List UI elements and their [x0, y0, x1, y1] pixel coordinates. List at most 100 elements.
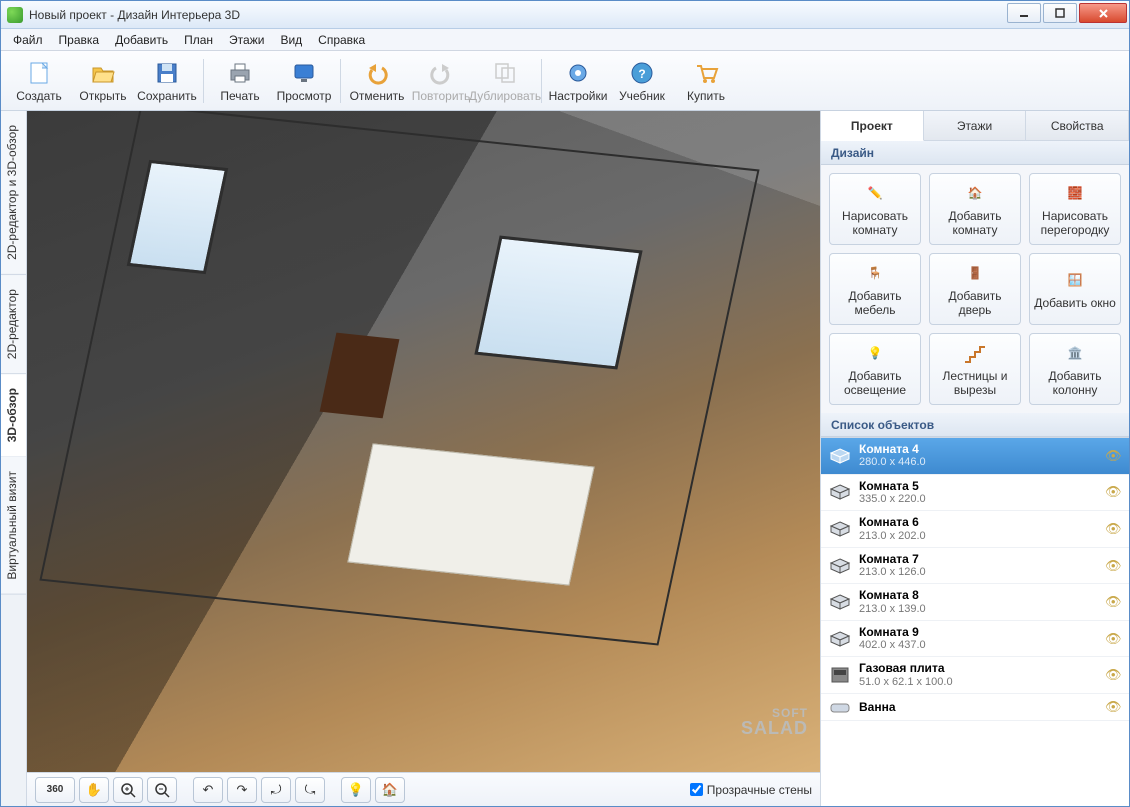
object-icon: [829, 666, 851, 684]
object-text: Газовая плита51.0 x 62.1 x 100.0: [859, 661, 1097, 689]
close-button[interactable]: [1079, 3, 1127, 23]
object-dimensions: 280.0 x 446.0: [859, 456, 1097, 469]
visibility-eye-icon[interactable]: 👁: [1105, 699, 1121, 715]
print-button[interactable]: Печать: [208, 54, 272, 108]
transparent-walls-input[interactable]: [690, 783, 703, 796]
3d-canvas[interactable]: SOFTSALAD: [27, 111, 820, 772]
window-title: Новый проект - Дизайн Интерьера 3D: [29, 8, 1007, 22]
tilt-down-button[interactable]: ⤿: [295, 777, 325, 803]
design-tools-grid: ✏️Нарисовать комнату 🏠Добавить комнату 🧱…: [821, 165, 1129, 413]
object-list[interactable]: Комната 4280.0 x 446.0👁Комната 5335.0 x …: [821, 437, 1129, 806]
object-name: Комната 8: [859, 588, 1097, 602]
duplicate-button[interactable]: Дублировать: [473, 54, 537, 108]
object-name: Комната 4: [859, 442, 1097, 456]
settings-button[interactable]: Настройки: [546, 54, 610, 108]
zoom-out-button[interactable]: [147, 777, 177, 803]
stairs-icon: [961, 341, 989, 367]
object-list-item[interactable]: Комната 6213.0 x 202.0 👁: [821, 511, 1129, 548]
tab-2d-editor[interactable]: 2D-редактор: [1, 275, 26, 374]
save-icon: [153, 59, 181, 87]
object-list-item[interactable]: Комната 9402.0 x 437.0 👁: [821, 621, 1129, 658]
draw-room-button[interactable]: ✏️Нарисовать комнату: [829, 173, 921, 245]
visibility-eye-icon[interactable]: 👁: [1105, 631, 1121, 647]
open-button[interactable]: Открыть: [71, 54, 135, 108]
pan-button[interactable]: ✋: [79, 777, 109, 803]
rotate-left-button[interactable]: ↶: [193, 777, 223, 803]
object-list-item[interactable]: Комната 8213.0 x 139.0 👁: [821, 584, 1129, 621]
label: Повторить: [412, 89, 471, 103]
rotate-right-button[interactable]: ↷: [227, 777, 257, 803]
chair-icon: 🪑: [861, 261, 889, 287]
object-list-item[interactable]: Газовая плита51.0 x 62.1 x 100.0 👁: [821, 657, 1129, 694]
preview-button[interactable]: Просмотр: [272, 54, 336, 108]
visibility-eye-icon[interactable]: 👁: [1105, 558, 1121, 574]
home-view-button[interactable]: 🏠: [375, 777, 405, 803]
visibility-eye-icon[interactable]: 👁: [1105, 484, 1121, 500]
menu-help[interactable]: Справка: [310, 31, 373, 49]
object-name: Комната 9: [859, 625, 1097, 639]
add-door-button[interactable]: 🚪Добавить дверь: [929, 253, 1021, 325]
label: Просмотр: [277, 89, 332, 103]
object-name: Комната 5: [859, 479, 1097, 493]
menu-edit[interactable]: Правка: [51, 31, 108, 49]
tab-2d-3d-combo[interactable]: 2D-редактор и 3D-обзор: [1, 111, 26, 275]
tab-virtual-visit[interactable]: Виртуальный визит: [1, 457, 26, 595]
object-text: Комната 6213.0 x 202.0: [859, 515, 1097, 543]
object-list-item[interactable]: Комната 7213.0 x 126.0👁: [821, 548, 1129, 585]
object-dimensions: 213.0 x 202.0: [859, 530, 1097, 543]
undo-button[interactable]: Отменить: [345, 54, 409, 108]
buy-button[interactable]: Купить: [674, 54, 738, 108]
transparent-walls-checkbox[interactable]: Прозрачные стены: [690, 783, 812, 797]
menu-plan[interactable]: План: [176, 31, 221, 49]
save-button[interactable]: Сохранить: [135, 54, 199, 108]
app-window: Новый проект - Дизайн Интерьера 3D Файл …: [0, 0, 1130, 807]
visibility-eye-icon[interactable]: 👁: [1105, 521, 1121, 537]
menu-floors[interactable]: Этажи: [221, 31, 272, 49]
object-icon: [829, 557, 851, 575]
add-room-button[interactable]: 🏠Добавить комнату: [929, 173, 1021, 245]
object-list-item[interactable]: Комната 4280.0 x 446.0 👁: [821, 438, 1129, 475]
add-window-button[interactable]: 🪟Добавить окно: [1029, 253, 1121, 325]
add-furniture-button[interactable]: 🪑Добавить мебель: [829, 253, 921, 325]
tab-properties[interactable]: Свойства: [1026, 111, 1129, 140]
draw-partition-button[interactable]: 🧱Нарисовать перегородку: [1029, 173, 1121, 245]
menubar: Файл Правка Добавить План Этажи Вид Спра…: [1, 29, 1129, 51]
object-list-item[interactable]: Ванна👁: [821, 694, 1129, 721]
separator: [541, 59, 542, 103]
cart-icon: [692, 59, 720, 87]
tab-floors[interactable]: Этажи: [924, 111, 1027, 140]
stairs-button[interactable]: Лестницы и вырезы: [929, 333, 1021, 405]
menu-view[interactable]: Вид: [272, 31, 310, 49]
visibility-eye-icon[interactable]: 👁: [1105, 667, 1121, 683]
tab-3d-view[interactable]: 3D-обзор: [1, 374, 26, 457]
add-column-button[interactable]: 🏛️Добавить колонну: [1029, 333, 1121, 405]
create-button[interactable]: Создать: [7, 54, 71, 108]
tilt-up-button[interactable]: ⤾: [261, 777, 291, 803]
object-dimensions: 402.0 x 437.0: [859, 639, 1097, 652]
object-icon: [829, 520, 851, 538]
object-list-item[interactable]: Комната 5335.0 x 220.0👁: [821, 475, 1129, 512]
menu-add[interactable]: Добавить: [107, 31, 176, 49]
undo-icon: [363, 59, 391, 87]
label: Учебник: [619, 89, 665, 103]
zoom-in-button[interactable]: [113, 777, 143, 803]
menu-file[interactable]: Файл: [5, 31, 51, 49]
redo-button[interactable]: Повторить: [409, 54, 473, 108]
lighting-button[interactable]: 💡: [341, 777, 371, 803]
separator: [340, 59, 341, 103]
minimize-button[interactable]: [1007, 3, 1041, 23]
object-icon: [829, 593, 851, 611]
panorama-360-button[interactable]: 360: [35, 777, 75, 803]
maximize-button[interactable]: [1043, 3, 1077, 23]
visibility-eye-icon[interactable]: 👁: [1105, 448, 1121, 464]
bed-3d: [347, 443, 594, 585]
object-dimensions: 213.0 x 139.0: [859, 603, 1097, 616]
object-icon: [829, 630, 851, 648]
redo-icon: [427, 59, 455, 87]
visibility-eye-icon[interactable]: 👁: [1105, 594, 1121, 610]
wall-icon: 🧱: [1061, 181, 1089, 207]
add-lighting-button[interactable]: 💡Добавить освещение: [829, 333, 921, 405]
tutorial-button[interactable]: ? Учебник: [610, 54, 674, 108]
tab-project[interactable]: Проект: [821, 111, 924, 141]
bulb-icon: 💡: [861, 341, 889, 367]
